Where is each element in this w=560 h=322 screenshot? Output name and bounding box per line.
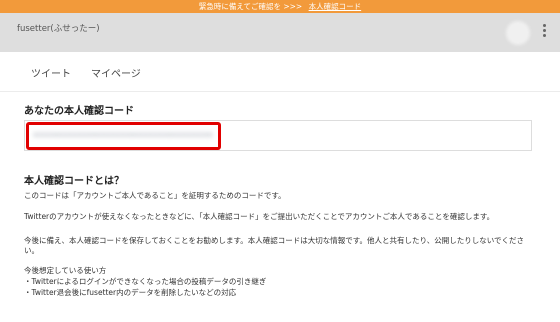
- uses-title: 今後想定している使い方: [24, 266, 107, 275]
- about-section-title: 本人確認コードとは？: [24, 176, 124, 187]
- uses-list-item: ・Twitter退会後にfusetter内のデータを削除したいなどの対応: [24, 288, 237, 297]
- avatar[interactable]: [506, 21, 530, 45]
- nav-bar: ツイート マイページ: [0, 52, 560, 92]
- code-section-title: あなたの本人確認コード: [24, 106, 134, 117]
- uses-list-item: ・Twitterによるログインができなくなった場合の投稿データの引き継ぎ: [24, 277, 267, 286]
- about-paragraph: Twitterのアカウントが使えなくなったときなどに、「本人確認コード」をご提出…: [24, 212, 495, 221]
- tab-mypage[interactable]: マイページ: [91, 65, 141, 80]
- about-paragraph: このコードは「アカウントご本人であること」を証明するためのコードです。: [24, 191, 286, 200]
- more-vertical-icon[interactable]: [541, 24, 547, 40]
- app-header: fusetter(ふせったー): [0, 13, 560, 52]
- top-banner: 緊急時に備えてご確認を >>> 本人確認コード: [0, 0, 560, 13]
- app-title[interactable]: fusetter(ふせったー): [17, 22, 100, 34]
- about-paragraph: 今後に備え、本人確認コードを保存しておくことをお勧めします。本人確認コードは大切…: [24, 236, 525, 255]
- banner-text: 緊急時に備えてご確認を >>>: [198, 2, 303, 11]
- highlight-frame: [26, 122, 221, 150]
- banner-link[interactable]: 本人確認コード: [309, 2, 362, 11]
- tab-tweet[interactable]: ツイート: [31, 65, 71, 80]
